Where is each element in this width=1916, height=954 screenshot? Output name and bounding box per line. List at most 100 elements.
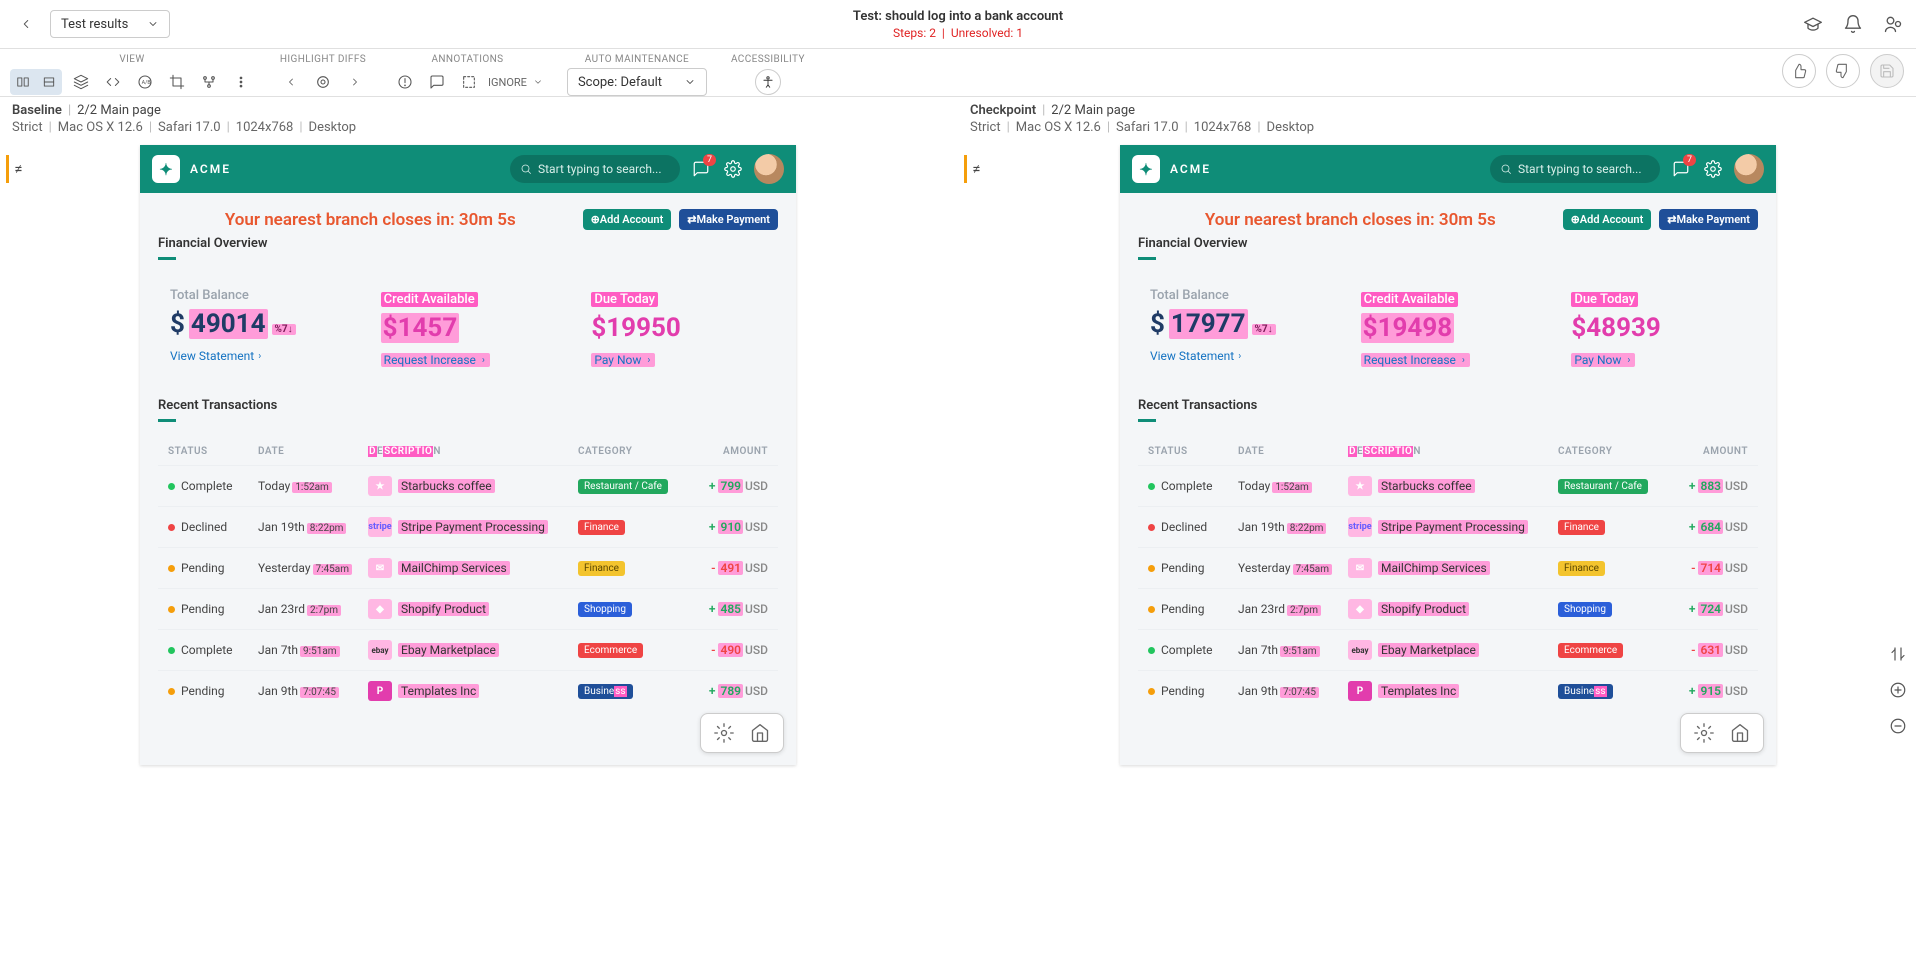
add-account-button[interactable]: ⊕Add Account (583, 209, 672, 230)
not-equal-badge: ≠ (6, 155, 28, 183)
checkpoint-meta: Checkpoint|2/2 Main page Strict|Mac OS X… (958, 97, 1916, 145)
group-accessibility: ACCESSIBILITY (731, 54, 805, 96)
credit-available-label: Credit Available (381, 292, 478, 307)
app-header: Test results Test: should log into a ban… (0, 0, 1916, 49)
test-title-block: Test: should log into a bank account Ste… (853, 9, 1063, 40)
table-row: Pending Jan 9th7:07:45 PTemplates Inc Bu… (1138, 670, 1758, 711)
table-row: Declined Jan 19th8:22pm stripeStripe Pay… (158, 506, 778, 547)
make-payment-button[interactable]: ⇄Make Payment (679, 209, 778, 230)
acme-logo: ✦ (152, 155, 180, 183)
results-dropdown-label: Test results (61, 17, 128, 32)
table-row: Complete Jan 7th9:51am ebayEbay Marketpl… (1138, 629, 1758, 670)
diff-next[interactable] (342, 69, 368, 95)
view-layers[interactable] (68, 69, 94, 95)
avatar[interactable] (1734, 154, 1764, 184)
back-button[interactable] (12, 10, 40, 38)
table-row: Pending Jan 9th7:07:45 PTemplates Inc Bu… (158, 670, 778, 711)
not-equal-badge: ≠ (964, 155, 986, 183)
table-row: Pending Jan 23rd2:7pm ◆Shopify Product S… (1138, 588, 1758, 629)
view-side-by-side[interactable] (10, 69, 36, 95)
checkpoint-step: 2/2 Main page (1051, 103, 1135, 118)
home-icon[interactable] (1727, 720, 1753, 746)
baseline-step: 2/2 Main page (77, 103, 161, 118)
add-account-button[interactable]: ⊕Add Account (1563, 209, 1652, 230)
group-view: VIEW A/B (10, 54, 254, 96)
baseline-meta: Baseline|2/2 Main page Strict|Mac OS X 1… (0, 97, 958, 145)
overview-title: Financial Overview (158, 236, 778, 251)
thumbs-up-button[interactable] (1782, 54, 1816, 88)
pay-now-link[interactable]: Pay Now› (1571, 353, 1635, 367)
search-input[interactable]: Start typing to search... (510, 155, 680, 183)
float-toolbar (700, 713, 784, 753)
diff-prev[interactable] (278, 69, 304, 95)
recent-title: Recent Transactions (1138, 398, 1758, 413)
gear-icon[interactable] (1691, 720, 1717, 746)
search-input[interactable]: Start typing to search... (1490, 155, 1660, 183)
ann-issue[interactable] (392, 69, 418, 95)
scope-dropdown[interactable]: Scope: Default (567, 68, 707, 96)
acme-navbar: ✦ ACME Start typing to search... 7 (1120, 145, 1776, 193)
gear-icon[interactable] (722, 158, 744, 180)
user-icon[interactable] (1882, 13, 1904, 35)
ignore-label: IGNORE (488, 76, 527, 89)
request-increase-link[interactable]: Request Increase› (381, 353, 490, 367)
pay-now-link[interactable]: Pay Now› (591, 353, 655, 367)
table-row: Complete Jan 7th9:51am ebayEbay Marketpl… (158, 629, 778, 670)
float-toolbar (1680, 713, 1764, 753)
table-row: Pending Yesterday7:45am ✉MailChimp Servi… (1138, 547, 1758, 588)
make-payment-button[interactable]: ⇄Make Payment (1659, 209, 1758, 230)
home-icon[interactable] (747, 720, 773, 746)
ann-comment[interactable] (424, 69, 450, 95)
group-highlight-label: HIGHLIGHT DIFFS (280, 54, 366, 65)
gear-icon[interactable] (1702, 158, 1724, 180)
overview-title: Financial Overview (1138, 236, 1758, 251)
ann-region[interactable] (456, 69, 482, 95)
messages-icon[interactable]: 7 (690, 158, 712, 180)
view-tree[interactable] (196, 69, 222, 95)
table-row: Complete Today1:52am ★Starbucks coffee R… (158, 465, 778, 506)
acme-brand: ACME (1170, 162, 1211, 176)
test-title: should log into a bank account (885, 9, 1063, 24)
resize-handle-icon[interactable] (1884, 640, 1912, 668)
thumbs-down-button[interactable] (1826, 54, 1860, 88)
unresolved-count: Unresolved: 1 (951, 26, 1023, 40)
view-statement-link[interactable]: View Statement› (1150, 349, 1325, 363)
recent-title: Recent Transactions (158, 398, 778, 413)
baseline-label: Baseline (12, 103, 62, 118)
messages-icon[interactable]: 7 (1670, 158, 1692, 180)
table-row: Complete Today1:52am ★Starbucks coffee R… (1138, 465, 1758, 506)
group-annotations: ANNOTATIONS IGNORE (392, 54, 543, 96)
steps-count: Steps: 2 (893, 26, 936, 40)
view-more[interactable] (228, 69, 254, 95)
results-dropdown[interactable]: Test results (50, 10, 170, 38)
diff-target[interactable] (310, 69, 336, 95)
scope-label: Scope: Default (578, 75, 662, 90)
branch-banner: Your nearest branch closes in: 30m 5s (1138, 210, 1563, 230)
view-code[interactable] (100, 69, 126, 95)
group-automaint-label: AUTO MAINTENANCE (585, 54, 689, 65)
side-tools (1884, 640, 1912, 740)
table-row: Declined Jan 19th8:22pm stripeStripe Pay… (1138, 506, 1758, 547)
acme-logo: ✦ (1132, 155, 1160, 183)
zoom-out-icon[interactable] (1884, 712, 1912, 740)
accessibility-button[interactable] (755, 69, 781, 95)
toolbar: VIEW A/B HIGHLIGHT DIFFS ANNOTATIONS (0, 49, 1916, 97)
view-overlay[interactable] (36, 69, 62, 95)
request-increase-link[interactable]: Request Increase› (1361, 353, 1470, 367)
view-statement-link[interactable]: View Statement› (170, 349, 345, 363)
view-ab[interactable]: A/B (132, 69, 158, 95)
avatar[interactable] (754, 154, 784, 184)
total-balance-label: Total Balance (170, 288, 345, 303)
group-annotations-label: ANNOTATIONS (431, 54, 503, 65)
search-icon (520, 163, 532, 175)
svg-text:A/B: A/B (142, 80, 152, 86)
chevron-down-icon[interactable] (533, 77, 543, 87)
learn-icon[interactable] (1802, 13, 1824, 35)
view-crop[interactable] (164, 69, 190, 95)
search-icon (1500, 163, 1512, 175)
checkpoint-pane: ≠ ✦ ACME Start typing to search... 7 You… (958, 145, 1916, 785)
chevron-down-icon (684, 76, 696, 88)
zoom-in-icon[interactable] (1884, 676, 1912, 704)
bell-icon[interactable] (1842, 13, 1864, 35)
gear-icon[interactable] (711, 720, 737, 746)
